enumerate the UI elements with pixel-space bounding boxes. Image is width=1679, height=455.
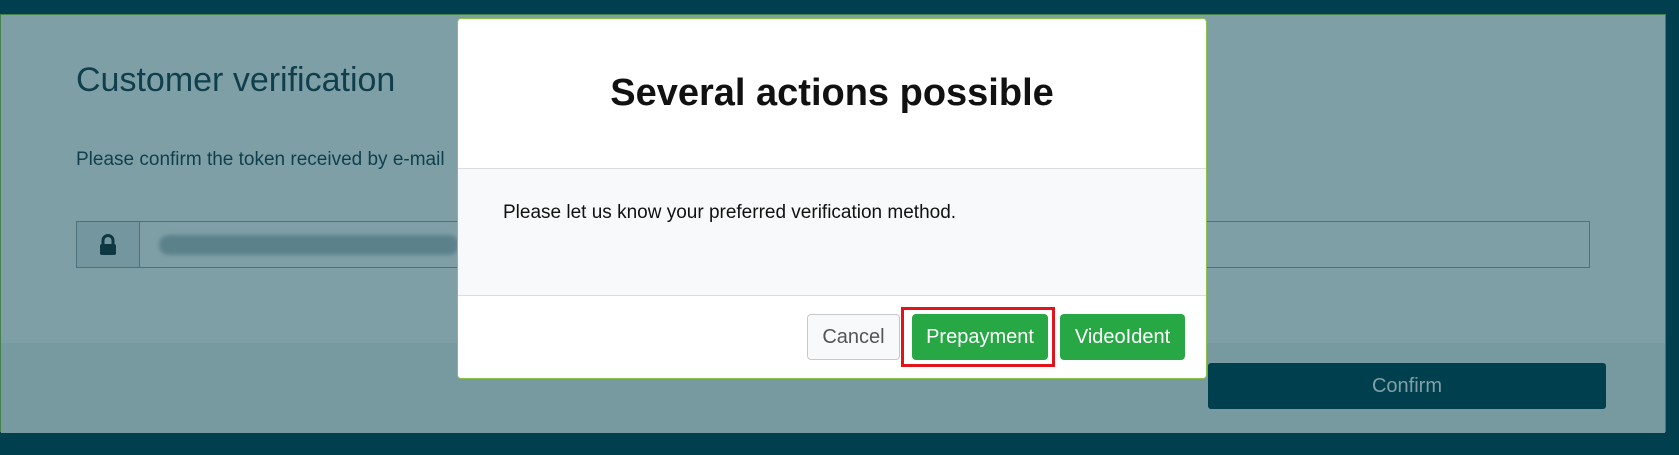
action-dialog: Several actions possible Please let us k… xyxy=(457,18,1207,379)
videoident-button[interactable]: VideoIdent xyxy=(1060,314,1185,360)
dialog-header: Several actions possible xyxy=(458,19,1206,169)
dialog-title: Several actions possible xyxy=(610,72,1054,114)
cancel-button[interactable]: Cancel xyxy=(807,314,900,360)
dialog-message: Please let us know your preferred verifi… xyxy=(503,202,957,223)
dialog-footer: Cancel Prepayment VideoIdent xyxy=(458,296,1206,378)
prepayment-button[interactable]: Prepayment xyxy=(912,314,1048,360)
dialog-body: Please let us know your preferred verifi… xyxy=(458,169,1206,296)
